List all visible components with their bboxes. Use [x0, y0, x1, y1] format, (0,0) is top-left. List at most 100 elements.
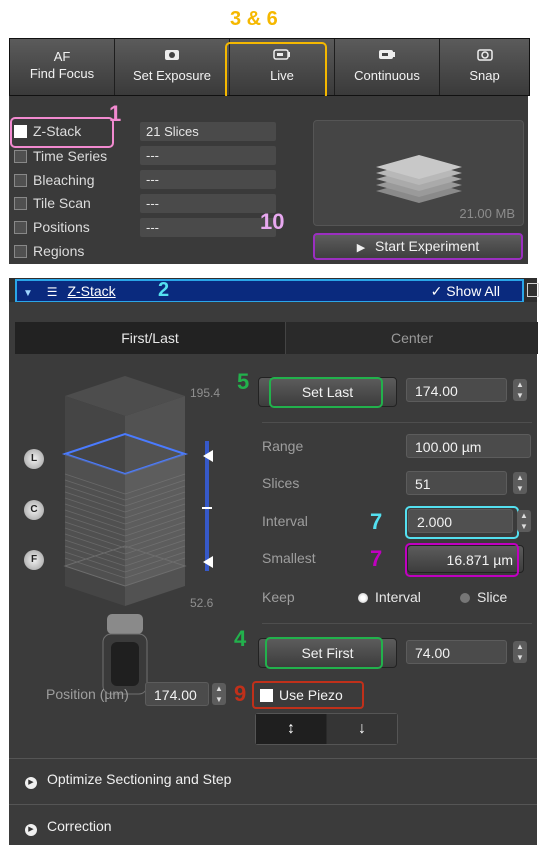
- set-exposure-label: Set Exposure: [132, 68, 212, 83]
- detach-icon[interactable]: [527, 283, 539, 297]
- bleaching-label: Bleaching: [33, 172, 95, 188]
- smallest-highlight: [405, 543, 519, 577]
- keep-slice-label: Slice: [477, 589, 508, 605]
- collapse-arrow-icon: ▼: [23, 288, 33, 299]
- zstack-header-bar[interactable]: ▼ ☰ Z-Stack ✓ Show All: [15, 279, 524, 303]
- range-label: Range: [262, 438, 304, 454]
- set-first-highlight: [265, 637, 383, 669]
- zstack-title: Z-Stack: [67, 283, 116, 299]
- tab-center[interactable]: Center: [286, 322, 538, 354]
- keep-interval-label: Interval: [375, 589, 421, 605]
- scale-top-label: 195.4: [190, 386, 221, 400]
- last-value-stepper[interactable]: ▲ ▼: [513, 379, 527, 401]
- use-piezo-check: [260, 688, 273, 702]
- time-series-row[interactable]: Time Series: [14, 146, 107, 166]
- tile-scan-label: Tile Scan: [33, 195, 91, 211]
- expand-icon: ▶: [25, 777, 37, 789]
- tab-first-last[interactable]: First/Last: [15, 322, 286, 354]
- scale-bottom-label: 52.6: [190, 596, 214, 610]
- start-experiment-label: Start Experiment: [375, 238, 480, 254]
- positions-value: ---: [140, 218, 276, 237]
- optimize-label: Optimize Sectioning and Step: [47, 771, 232, 787]
- annotation-2: 2: [158, 279, 170, 301]
- first-marker-button[interactable]: F: [24, 550, 44, 570]
- time-series-label: Time Series: [33, 148, 108, 164]
- regions-checkbox[interactable]: [14, 244, 27, 258]
- position-stepper[interactable]: ▲ ▼: [212, 683, 226, 705]
- annotation-7-smallest: 7: [370, 546, 383, 571]
- stack-preview: 21.00 MB: [313, 120, 524, 226]
- start-experiment-button[interactable]: ▶ Start Experiment: [313, 233, 523, 260]
- interval-label: Interval: [262, 513, 308, 529]
- annotation-5: 5: [237, 369, 250, 394]
- annotation-9: 9: [234, 681, 247, 706]
- find-focus-label: Find Focus: [29, 66, 95, 81]
- correction-label: Correction: [47, 818, 112, 834]
- find-focus-button[interactable]: AF Find Focus: [10, 39, 115, 95]
- interval-highlight: [405, 506, 519, 539]
- positions-row[interactable]: Positions: [14, 217, 90, 237]
- snap-camera-icon: [440, 47, 529, 65]
- separator: [262, 422, 532, 423]
- snap-button[interactable]: Snap: [440, 39, 529, 95]
- first-value-stepper[interactable]: ▲ ▼: [513, 641, 527, 663]
- bleaching-checkbox[interactable]: [14, 173, 27, 187]
- time-series-checkbox[interactable]: [14, 149, 27, 163]
- regions-row[interactable]: Regions: [14, 241, 84, 261]
- range-value: 100.00 µm: [406, 434, 531, 458]
- zstack-slices-value: 21 Slices: [140, 122, 276, 141]
- section-divider-2: [9, 804, 537, 805]
- positions-label: Positions: [33, 219, 90, 235]
- play-icon: ▶: [356, 242, 366, 254]
- time-series-value: ---: [140, 146, 276, 165]
- live-highlight: [225, 42, 327, 100]
- first-value-field[interactable]: 74.00: [406, 640, 507, 664]
- correction-section-header[interactable]: ▶ Correction: [9, 818, 537, 836]
- regions-label: Regions: [33, 243, 85, 259]
- show-all-label: Show All: [446, 283, 500, 299]
- tile-scan-row[interactable]: Tile Scan: [14, 193, 91, 213]
- snap-label: Snap: [469, 68, 500, 83]
- center-marker-button[interactable]: C: [24, 500, 44, 520]
- use-piezo-checkbox[interactable]: Use Piezo: [252, 681, 364, 709]
- optimize-section-header[interactable]: ▶ Optimize Sectioning and Step: [9, 771, 537, 789]
- radio-selected: [358, 593, 368, 604]
- check-icon: ✓: [430, 283, 443, 299]
- stack-preview-icon: [376, 155, 462, 203]
- slices-stepper[interactable]: ▲ ▼: [513, 472, 527, 494]
- annotation-3-6: 3 & 6: [230, 8, 278, 30]
- zstack-mode-tabs: First/Last Center: [15, 322, 538, 354]
- slices-field[interactable]: 51: [406, 471, 507, 495]
- last-value-field[interactable]: 174.00: [406, 378, 507, 402]
- zstack-visualization: [61, 376, 213, 695]
- bleaching-row[interactable]: Bleaching: [14, 170, 95, 190]
- keep-interval-radio[interactable]: Interval: [358, 589, 421, 605]
- tile-scan-value: ---: [140, 194, 276, 213]
- continuous-label: Continuous: [354, 68, 420, 83]
- list-icon: ☰: [46, 285, 58, 299]
- af-label: AF: [53, 49, 71, 64]
- keep-slice-radio[interactable]: Slice: [460, 589, 507, 605]
- camera-icon: [115, 47, 229, 65]
- both-direction-icon[interactable]: ↕: [256, 714, 326, 744]
- direction-toggle: ↕ ↓: [255, 713, 398, 745]
- annotation-7-interval: 7: [370, 509, 383, 534]
- slices-label: Slices: [262, 475, 300, 491]
- show-all-toggle[interactable]: ✓ Show All: [431, 281, 500, 301]
- expand-icon: ▶: [25, 824, 37, 836]
- annotation-10: 10: [260, 209, 285, 234]
- position-label: Position (µm): [46, 686, 129, 702]
- interval-stepper[interactable]: ▲ ▼: [517, 510, 531, 532]
- last-marker-button[interactable]: L: [24, 449, 44, 469]
- annotation-1: 1: [109, 101, 122, 126]
- data-size-label: 21.00 MB: [459, 206, 515, 221]
- section-divider-1: [9, 758, 537, 759]
- position-field[interactable]: 174.00: [145, 682, 209, 706]
- set-exposure-button[interactable]: Set Exposure: [115, 39, 230, 95]
- tile-scan-checkbox[interactable]: [14, 196, 27, 210]
- continuous-button[interactable]: Continuous: [335, 39, 440, 95]
- zstack-check-highlight: [10, 117, 114, 148]
- separator-2: [262, 623, 532, 624]
- positions-checkbox[interactable]: [14, 220, 27, 234]
- down-direction-icon[interactable]: ↓: [327, 714, 397, 744]
